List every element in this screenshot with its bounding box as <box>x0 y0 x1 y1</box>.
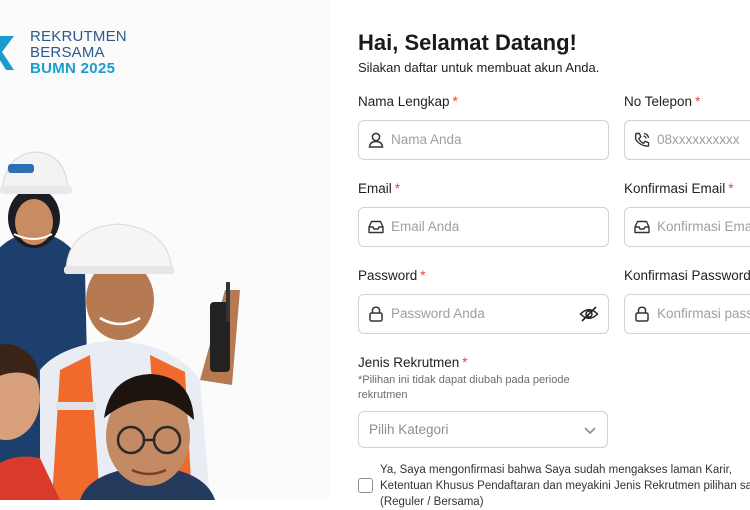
full-name-label-text: Nama Lengkap <box>358 94 450 109</box>
page-title: Hai, Selamat Datang! <box>358 30 577 55</box>
phone-label-text: No Telepon <box>624 94 693 109</box>
password-label-text: Password <box>358 268 418 283</box>
password-input[interactable] <box>391 295 571 332</box>
phone-icon <box>634 132 650 147</box>
email-input[interactable] <box>391 208 596 245</box>
required-mark: * <box>452 94 458 109</box>
workers-photo <box>0 151 240 500</box>
recruitment-type-value: Pilih Kategori <box>369 422 449 437</box>
brand-line-2: BERSAMA <box>30 44 105 61</box>
brand-line-3: BUMN 2025 <box>30 60 116 77</box>
chevron-down-icon <box>584 427 596 435</box>
full-name-input[interactable] <box>391 121 596 158</box>
confirm-email-input[interactable] <box>657 208 750 245</box>
confirm-password-input[interactable] <box>657 295 750 332</box>
confirm-email-label-text: Konfirmasi Email <box>624 181 726 196</box>
password-label: Password * <box>358 268 426 283</box>
confirm-password-label: Konfirmasi Password* <box>624 268 750 283</box>
phone-field[interactable] <box>624 120 750 160</box>
full-name-label: Nama Lengkap * <box>358 94 458 109</box>
recruitment-type-select[interactable]: Pilih Kategori <box>358 411 608 448</box>
user-icon <box>368 132 384 148</box>
consent-checkbox[interactable] <box>358 478 373 493</box>
recruitment-type-label-text: Jenis Rekrutmen <box>358 355 460 370</box>
email-field[interactable] <box>358 207 609 247</box>
confirm-email-field[interactable] <box>624 207 750 247</box>
confirm-password-field[interactable] <box>624 294 750 334</box>
phone-input[interactable] <box>657 121 750 158</box>
confirm-email-label: Konfirmasi Email * <box>624 181 734 196</box>
email-label-text: Email <box>358 181 392 196</box>
registration-form: Hai, Selamat Datang! Silakan daftar untu… <box>358 0 750 508</box>
password-field[interactable] <box>358 294 609 334</box>
phone-label: No Telepon * <box>624 94 700 109</box>
confirm-password-label-text: Konfirmasi Password <box>624 268 750 283</box>
inbox-icon <box>634 220 650 234</box>
required-mark: * <box>728 181 734 196</box>
brand-line-1: REKRUTMEN <box>30 28 127 45</box>
recruitment-type-note: *Pilihan ini tidak dapat diubah pada per… <box>358 374 570 401</box>
required-mark: * <box>695 94 701 109</box>
lock-icon <box>369 306 383 322</box>
inbox-icon <box>368 220 384 234</box>
required-mark: * <box>394 181 401 196</box>
hero-panel: REKRUTMEN BERSAMA BUMN 2025 <box>0 0 330 500</box>
brand-logo: REKRUTMEN BERSAMA BUMN 2025 <box>30 29 127 77</box>
brand-logo-icon <box>0 36 14 70</box>
lock-icon <box>635 306 649 322</box>
email-label: Email * <box>358 181 400 196</box>
consent-text: Ya, Saya mengonfirmasi bahwa Saya sudah … <box>380 464 750 508</box>
required-mark: * <box>462 355 468 370</box>
page-subtitle: Silakan daftar untuk membuat akun Anda. <box>358 60 600 75</box>
required-mark: * <box>420 268 426 283</box>
recruitment-type-label: Jenis Rekrutmen * <box>358 355 468 370</box>
full-name-field[interactable] <box>358 120 609 160</box>
eye-off-icon[interactable] <box>579 305 599 323</box>
